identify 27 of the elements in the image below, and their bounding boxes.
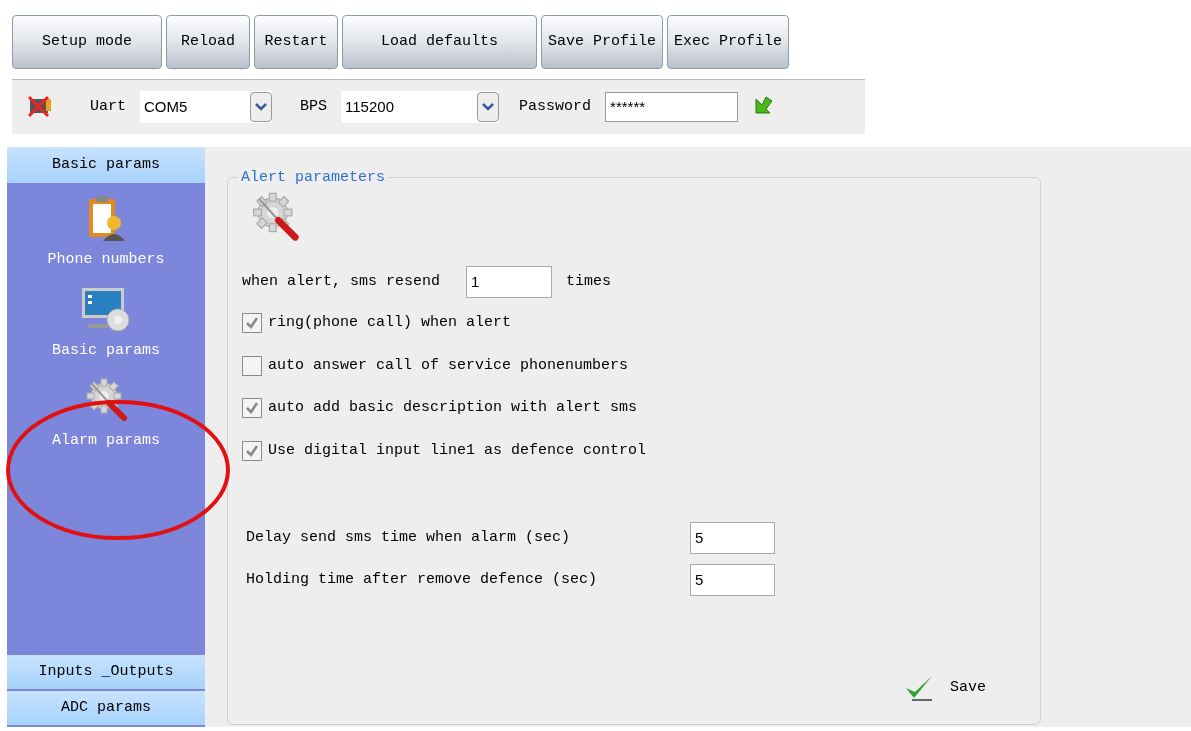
bps-select[interactable]: 115200 xyxy=(341,91,500,123)
toolbar-button[interactable]: Restart xyxy=(254,15,338,69)
number-field[interactable]: 5 xyxy=(690,564,775,596)
toolbar-button[interactable]: Save Profile xyxy=(541,15,664,69)
times-label: times xyxy=(566,271,612,292)
toolbar-button[interactable]: Load defaults xyxy=(342,15,537,69)
toolbar-button[interactable]: Setup mode xyxy=(12,15,162,69)
checkbox-label: auto add basic description with alert sms xyxy=(268,398,638,418)
password-label: Password xyxy=(519,96,592,117)
checkbox-label: ring(phone call) when alert xyxy=(268,313,512,333)
toolbar-button[interactable]: Reload xyxy=(166,15,250,69)
toolbar-button[interactable]: Exec Profile xyxy=(667,15,790,69)
resend-label: when alert, sms resend xyxy=(242,271,441,292)
sidebar-section[interactable]: ADC params xyxy=(7,691,205,727)
checkbox-label: auto answer call of service phonenumbers xyxy=(268,355,629,376)
resend-field[interactable]: 1 xyxy=(466,266,553,298)
field-label: Delay send sms time when alarm (sec) xyxy=(246,527,572,548)
sidebar-header[interactable]: Basic params xyxy=(7,147,205,183)
sidebar-section[interactable]: Inputs _Outputs xyxy=(7,655,205,691)
uart-select[interactable]: COM5 xyxy=(140,91,272,123)
save-button[interactable]: Save xyxy=(904,674,986,702)
uart-label: Uart xyxy=(90,96,126,117)
password-field[interactable]: ****** xyxy=(605,92,739,122)
checkbox-label: Use digital input line1 as defence control xyxy=(268,440,647,461)
number-field[interactable]: 5 xyxy=(690,522,775,554)
field-label: Holding time after remove defence (sec) xyxy=(246,569,599,590)
bps-label: BPS xyxy=(300,96,328,117)
